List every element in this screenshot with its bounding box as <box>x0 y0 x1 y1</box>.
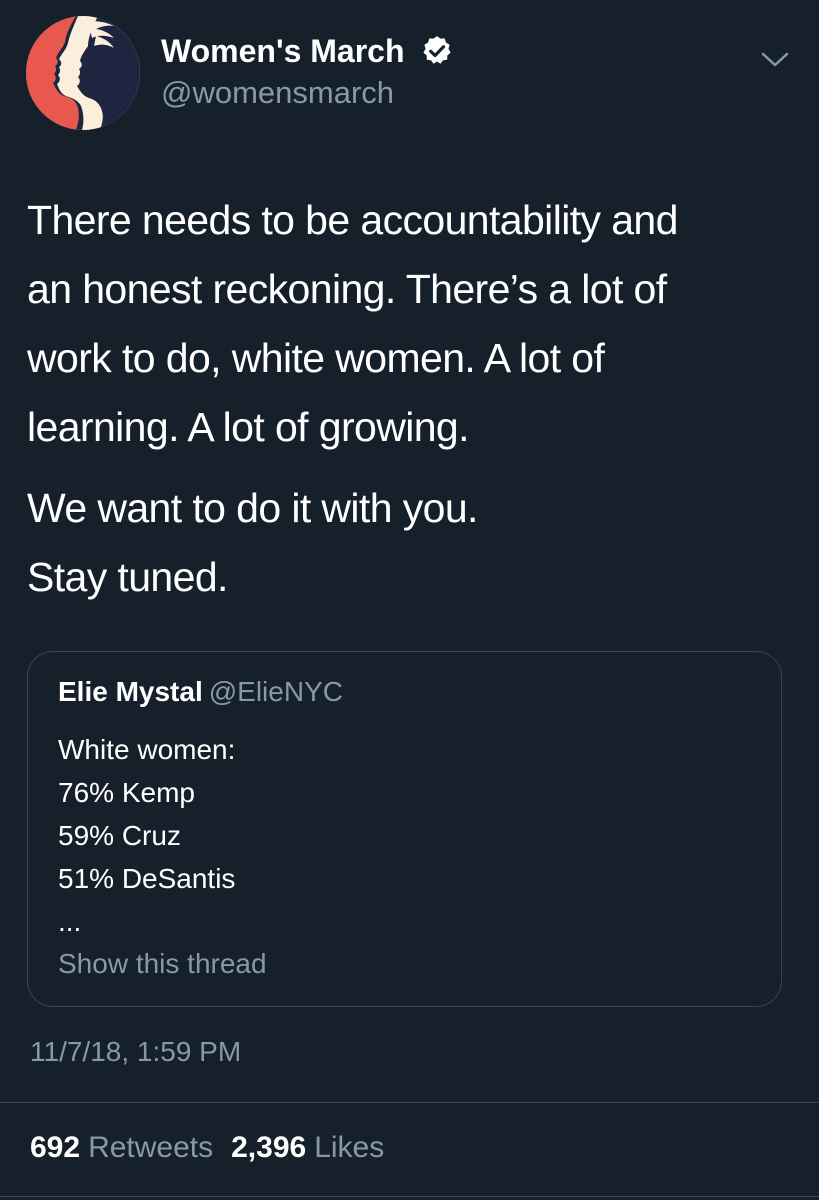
quoted-author-handle: @ElieNYC <box>208 676 343 707</box>
likes-count: 2,396 <box>231 1131 307 1164</box>
tweet-paragraph: We want to do it with you. Stay tuned. <box>27 474 797 612</box>
retweets-stat[interactable]: 692 Retweets <box>30 1131 231 1164</box>
tweet-text: There needs to be accountability and an … <box>27 186 797 624</box>
divider <box>0 1196 819 1197</box>
quoted-tweet-text: White women: 76% Kemp 59% Cruz 51% DeSan… <box>58 728 235 943</box>
quoted-line: White women: <box>58 734 236 765</box>
display-name[interactable]: Women's March <box>161 33 405 70</box>
quoted-tweet-card[interactable]: Elie Mystal @ElieNYC White women: 76% Kem… <box>27 651 782 1007</box>
likes-label: Likes <box>314 1131 385 1164</box>
womens-march-logo-icon <box>26 16 140 130</box>
tweet-line: We want to do it with you. <box>27 485 478 531</box>
quoted-line: ... <box>58 906 82 937</box>
retweets-count: 692 <box>30 1131 81 1164</box>
verified-badge-icon <box>423 36 451 64</box>
divider <box>0 1102 819 1103</box>
show-thread-link[interactable]: Show this thread <box>58 948 267 980</box>
retweets-label: Retweets <box>88 1131 214 1164</box>
likes-stat[interactable]: 2,396 Likes <box>231 1131 402 1164</box>
tweet-line: There needs to be accountability and <box>27 197 678 243</box>
tweet-line: learning. A lot of growing. <box>27 404 470 450</box>
quoted-line: 76% Kemp <box>58 777 195 808</box>
quoted-line: 59% Cruz <box>58 820 181 851</box>
quoted-tweet-header: Elie Mystal @ElieNYC <box>58 676 343 708</box>
tweet-detail: Women's March @womensmarch There needs t… <box>0 0 819 1200</box>
tweet-line: work to do, white women. A lot of <box>27 335 605 381</box>
engagement-stats: 692 Retweets 2,396 Likes <box>30 1131 402 1165</box>
chevron-down-icon[interactable] <box>760 50 790 70</box>
tweet-line: Stay tuned. <box>27 554 228 600</box>
quoted-author-name: Elie Mystal <box>58 676 203 707</box>
avatar[interactable] <box>26 16 140 130</box>
quoted-line: 51% DeSantis <box>58 863 236 894</box>
tweet-timestamp[interactable]: 11/7/18, 1:59 PM <box>30 1036 241 1068</box>
handle[interactable]: @womensmarch <box>161 75 394 111</box>
tweet-line: an honest reckoning. There’s a lot of <box>27 266 667 312</box>
tweet-paragraph: There needs to be accountability and an … <box>27 186 797 462</box>
